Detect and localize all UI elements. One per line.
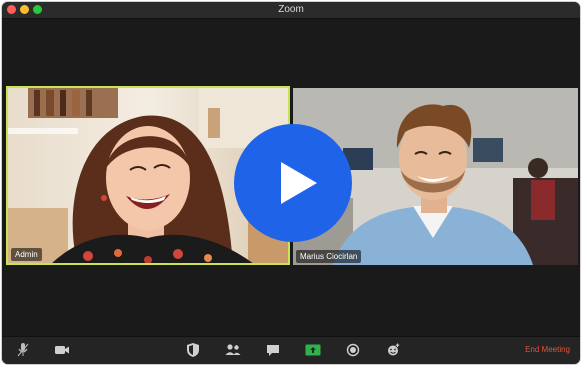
- meeting-toolbar: End Meeting: [2, 336, 580, 364]
- participant-name-marius: Marius Ciocirlan: [296, 250, 362, 263]
- window-title: Zoom: [278, 4, 304, 15]
- microphone-icon[interactable]: [13, 341, 33, 359]
- chat-icon[interactable]: [263, 341, 283, 359]
- record-icon[interactable]: [343, 341, 363, 359]
- security-shield-icon[interactable]: [183, 341, 203, 359]
- reactions-icon[interactable]: [383, 341, 403, 359]
- title-bar: Zoom: [2, 2, 580, 19]
- video-camera-icon[interactable]: [52, 341, 72, 359]
- play-video-button[interactable]: [234, 124, 352, 242]
- zoom-window: Zoom Admin Marius Ciocirlan End Meeting: [2, 2, 580, 364]
- participant-name-admin: Admin: [11, 248, 42, 261]
- end-meeting-button[interactable]: End Meeting: [525, 345, 570, 354]
- participants-icon[interactable]: [223, 341, 243, 359]
- play-icon: [281, 162, 317, 204]
- share-screen-icon[interactable]: [303, 341, 323, 359]
- video-stage: Admin Marius Ciocirlan: [2, 19, 580, 337]
